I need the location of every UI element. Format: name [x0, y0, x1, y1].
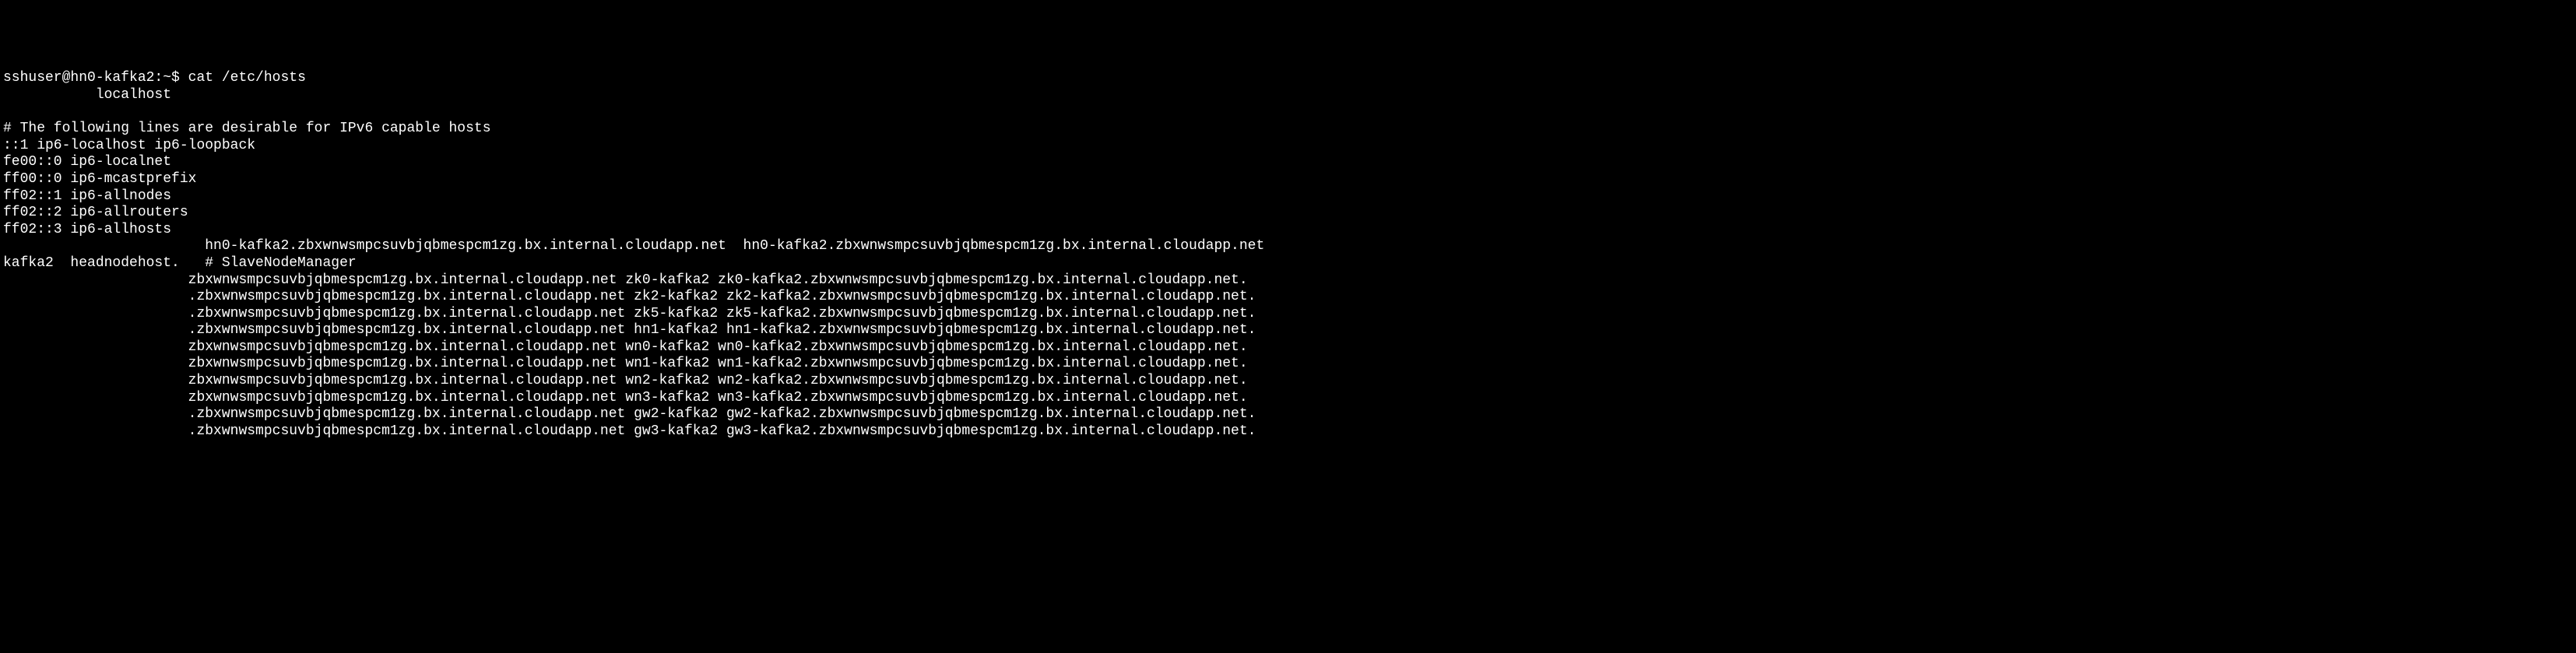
output-line: ff00::0 ip6-mcastprefix [3, 171, 196, 187]
output-line: zbxwnwsmpcsuvbjqbmespcm1zg.bx.internal.c… [3, 373, 1248, 388]
output-line: ::1 ip6-localhost ip6-loopback [3, 138, 255, 153]
output-line: fe00::0 ip6-localnet [3, 154, 171, 170]
output-line: .zbxwnwsmpcsuvbjqbmespcm1zg.bx.internal.… [3, 306, 1256, 321]
command-text: cat /etc/hosts [188, 70, 306, 86]
output-line: hn0-kafka2.zbxwnwsmpcsuvbjqbmespcm1zg.bx… [3, 238, 1264, 254]
output-line: .zbxwnwsmpcsuvbjqbmespcm1zg.bx.internal.… [3, 406, 1256, 422]
output-line: # The following lines are desirable for … [3, 121, 491, 136]
output-line: .zbxwnwsmpcsuvbjqbmespcm1zg.bx.internal.… [3, 423, 1256, 439]
output-line: ff02::2 ip6-allrouters [3, 205, 188, 220]
output-line: zbxwnwsmpcsuvbjqbmespcm1zg.bx.internal.c… [3, 272, 1248, 288]
output-line: ff02::1 ip6-allnodes [3, 188, 171, 204]
output-line: kafka2 headnodehost. # SlaveNodeManager [3, 255, 357, 271]
output-line: zbxwnwsmpcsuvbjqbmespcm1zg.bx.internal.c… [3, 390, 1248, 405]
prompt-text: sshuser@hn0-kafka2:~$ [3, 70, 188, 86]
terminal-window[interactable]: sshuser@hn0-kafka2:~$ cat /etc/hosts loc… [3, 70, 2573, 440]
output-line: ff02::3 ip6-allhosts [3, 222, 171, 237]
output-line: .zbxwnwsmpcsuvbjqbmespcm1zg.bx.internal.… [3, 322, 1256, 338]
output-line: zbxwnwsmpcsuvbjqbmespcm1zg.bx.internal.c… [3, 356, 1248, 371]
output-line: zbxwnwsmpcsuvbjqbmespcm1zg.bx.internal.c… [3, 339, 1248, 355]
output-line: .zbxwnwsmpcsuvbjqbmespcm1zg.bx.internal.… [3, 289, 1256, 304]
shell-prompt: sshuser@hn0-kafka2:~$ cat /etc/hosts [3, 70, 306, 86]
output-line: localhost [3, 87, 171, 103]
